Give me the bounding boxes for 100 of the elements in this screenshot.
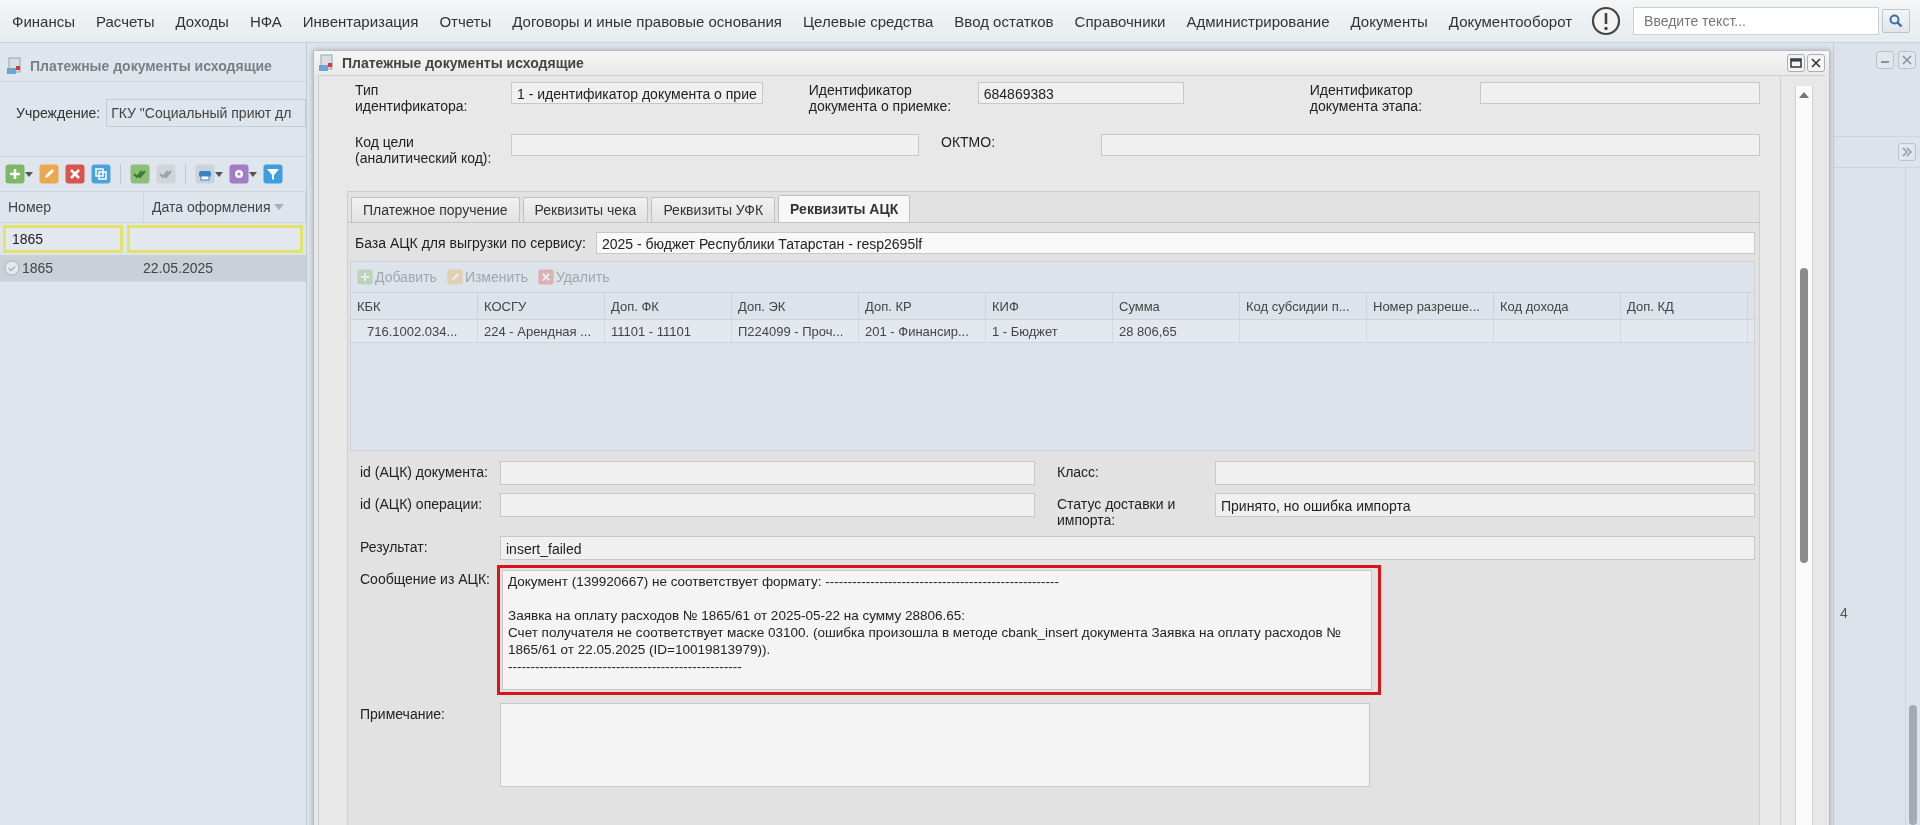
double-chevron-icon [1902,147,1912,157]
expand-button[interactable] [1898,143,1916,161]
copy-button[interactable] [90,164,112,184]
table-cell: 11101 - 11101 [605,320,732,342]
menu-item[interactable]: Доходы [167,8,237,34]
filter-field[interactable]: 1865 [3,225,123,253]
menu-item[interactable]: НФА [241,8,290,34]
pencil-icon [446,269,463,285]
column-header[interactable]: Номер [0,192,144,222]
column-header[interactable]: Дата оформления [144,192,306,222]
table-cell: 1865 [22,260,54,276]
table-cell: 1 - Бюджет [986,320,1113,342]
menu-item[interactable]: Целевые средства [794,8,942,34]
plus-icon [357,269,373,285]
column-header[interactable]: Код субсидии п... [1240,293,1367,319]
field-label: id (АЦК) операции: [360,495,484,512]
field-label: ОКТМО: [941,134,997,150]
field-label: Класс: [1057,463,1100,480]
column-header[interactable]: Доп. КД [1621,293,1748,319]
column-header[interactable]: Доп. КР [859,293,986,319]
table-cell: 716.1002.034... [351,320,478,342]
column-header[interactable]: Сумма [1113,293,1240,319]
text-field[interactable] [511,134,919,156]
copy-icon [91,164,111,184]
filter-button[interactable] [262,164,284,184]
field-label: Результат: [360,538,429,555]
field-label: База АЦК для выгрузки по сервису: [355,235,586,251]
edit-button[interactable] [38,164,60,184]
search-field[interactable]: Введите текст... [1633,7,1879,35]
window-title: Платежные документы исходящие [30,58,272,74]
field-label: Тип идентификатора: [355,82,469,114]
scroll-up-icon[interactable] [1799,92,1809,98]
menu-item[interactable]: Финансы [4,8,83,34]
search-button[interactable] [1882,9,1910,33]
text-field[interactable] [500,493,1035,517]
menu-item[interactable]: Инвентаризация [294,8,427,34]
column-header[interactable]: КИФ [986,293,1113,319]
cross-icon [538,269,555,285]
double-check-icon [130,164,150,184]
filter-field[interactable] [127,225,303,253]
menu-item[interactable]: Справочники [1066,8,1174,34]
text-field[interactable]: insert_failed [500,536,1755,560]
table-row[interactable]: 1865 22.05.2025 [0,255,306,282]
column-header[interactable]: Код дохода [1494,293,1621,319]
text-field[interactable] [1215,461,1755,485]
text-area[interactable] [500,703,1370,787]
caret-icon [215,171,223,177]
column-header[interactable]: Доп. ЭК [732,293,859,319]
close-button[interactable] [1807,54,1825,72]
search-icon [1889,14,1903,28]
tab[interactable]: Реквизиты чека [522,197,649,222]
tab[interactable]: Платежное поручение [351,197,520,222]
menu-item[interactable]: Администрирование [1178,8,1338,34]
field-label: Примечание: [360,705,446,722]
table-cell: 224 - Арендная ... [478,320,605,342]
add-button[interactable] [4,164,34,184]
plus-icon [5,164,25,184]
text-field[interactable]: 684869383 [977,82,1184,104]
column-header[interactable]: Номер разреше... [1367,293,1494,319]
menu-item[interactable]: Договоры и иные правовые основания [504,8,790,34]
menu-item[interactable]: Ввод остатков [946,8,1062,34]
check-circle-icon [4,260,20,276]
text-field[interactable]: 1 - идентификатор документа о прие [511,82,763,104]
printer-icon [195,164,215,184]
tab[interactable]: Реквизиты АЦК [778,195,911,222]
text-field[interactable] [1479,82,1760,104]
menu-item[interactable]: Отчеты [431,8,500,34]
exclamation-circle-icon[interactable] [1591,6,1622,36]
menu-item[interactable]: Расчеты [88,8,163,34]
text-field[interactable]: 2025 - бюджет Республики Татарстан - resp2695lf [595,232,1755,254]
table-cell: П224099 - Проч... [732,320,859,342]
maximize-button[interactable] [1787,54,1805,72]
table-cell-text: 4 [1839,604,1849,623]
maximize-icon [1790,58,1802,68]
column-header[interactable]: КОСГУ [478,293,605,319]
scrollbar-thumb[interactable] [1800,268,1808,563]
table-cell: 28 806,65 [1113,320,1240,342]
table-cell: 201 - Финансир... [859,320,986,342]
delete-button[interactable] [64,164,86,184]
text-field[interactable] [1101,134,1760,156]
menu-item[interactable]: Документы [1342,8,1436,34]
column-header[interactable]: Доп. ФК [605,293,732,319]
table-cell: 22.05.2025 [143,260,214,276]
approve-button[interactable] [129,164,151,184]
close-icon [1811,58,1821,68]
text-field[interactable] [500,461,1035,485]
menu-item[interactable]: Документооборот [1440,8,1581,34]
text-area[interactable]: Документ (139920667) не соответствует формату: ---------------------------------------------------- Заявка на оплату расходов № 1865/61 от 2025-05-22 на сумму 28806.65: Счет получателя не соответствует маске 03100. (ошибка произошла в методе cbank_insert документа Заявка на оплату расходов № 1865/61 от 22.05.2025 (ID=10019813979)). ---------------------------------------------------- [502,570,1372,690]
unapprove-button[interactable] [155,164,177,184]
column-header[interactable]: КБК [351,293,478,319]
print-button[interactable] [194,164,224,184]
caret-icon [25,171,33,177]
text-field[interactable]: Принято, но ошибка импорта [1215,493,1755,517]
scrollbar-thumb[interactable] [1909,705,1917,825]
document-icon [6,57,24,75]
double-check-icon [156,164,176,184]
tab[interactable]: Реквизиты УФК [651,197,776,222]
settings-button[interactable] [228,164,258,184]
institution-field[interactable]: ГКУ "Социальный приют дл [106,99,306,127]
minimize-button[interactable] [1876,51,1894,69]
